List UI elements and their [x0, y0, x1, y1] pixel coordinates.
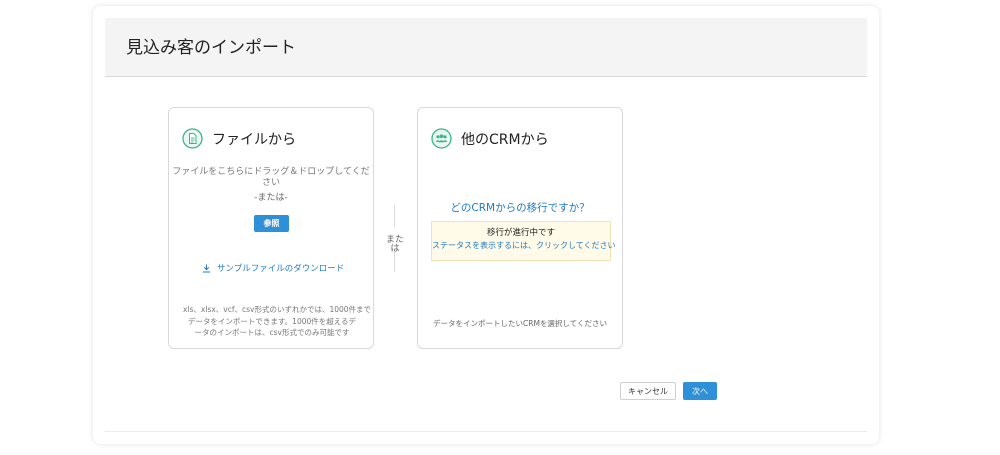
divider-line	[394, 252, 395, 272]
drop-zone-text[interactable]: ファイルをこちらにドラッグ＆ドロップしてください	[169, 167, 373, 189]
document-icon	[182, 128, 203, 149]
crm-question-link[interactable]: どのCRMからの移行ですか？	[418, 203, 622, 214]
file-card-title: ファイルから	[212, 132, 296, 148]
crm-select-hint: データをインポートしたいCRMを選択してください	[433, 319, 607, 328]
status-link[interactable]: ステータスを表示するには、クリックしてください	[432, 242, 616, 250]
format-note-line: xls、xlsx、vcf、csv形式のいずれかでは、1000件まで	[183, 305, 372, 314]
crm-card-title: 他のCRMから	[461, 132, 549, 148]
dialog-header: 見込み客のインポート	[105, 18, 867, 77]
page-title: 見込み客のインポート	[126, 38, 296, 58]
format-note-line: ータのインポートは、csv形式でのみ可能です	[194, 328, 350, 338]
migration-notice: 移行が進行中です ステータスを表示するには、クリックしてください	[431, 221, 616, 261]
divider-line	[394, 205, 395, 227]
next-button[interactable]: 次へ	[683, 382, 717, 400]
format-note-line: データをインポートできます。1000件を超えるデ	[187, 316, 357, 326]
crm-import-card: 他のCRMから どのCRMからの移行ですか？ 移行が進行中です ステータスを表示…	[417, 107, 623, 349]
download-icon	[202, 264, 211, 272]
footer-divider	[105, 431, 867, 432]
notice-title: 移行が進行中です	[486, 228, 555, 238]
file-import-card: ファイルから ファイルをこちらにドラッグ＆ドロップしてください -または- 参照…	[168, 107, 374, 349]
or-separator: -または-	[254, 193, 288, 203]
group-icon	[431, 128, 452, 149]
browse-button[interactable]: 参照	[254, 215, 289, 232]
download-sample-label: サンプルファイルのダウンロード	[217, 264, 345, 274]
format-note: xls、xlsx、vcf、csv形式のいずれかでは、1000件まで データをイン…	[183, 304, 372, 339]
divider-text: または	[385, 235, 404, 254]
download-sample-link[interactable]: サンプルファイルのダウンロード	[202, 262, 344, 274]
cancel-button[interactable]: キャンセル	[620, 382, 676, 400]
